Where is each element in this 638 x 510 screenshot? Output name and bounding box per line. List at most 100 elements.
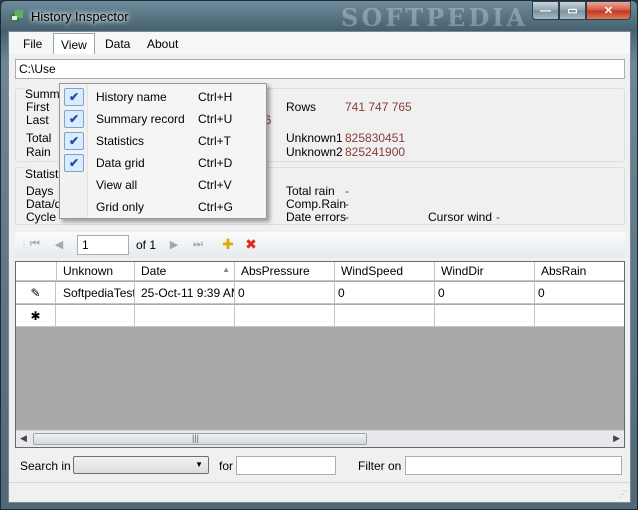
last-label: Last bbox=[26, 113, 49, 127]
title-bar[interactable]: History Inspector SOFTPEDIA — ▭ ✕ bbox=[1, 1, 637, 32]
resize-grip-icon[interactable]: ⋰ bbox=[618, 489, 627, 500]
unknown2-value: 825241900 bbox=[345, 145, 406, 159]
date-errors-label: Date errors bbox=[286, 210, 347, 224]
view-menu-dropdown: ✔ History name Ctrl+H ✔ Summary record C… bbox=[59, 83, 267, 219]
cycle-label: Cycle bbox=[26, 210, 57, 224]
comp-rain-label: Comp.Rain bbox=[286, 197, 347, 211]
status-bar: ⋰ bbox=[9, 482, 630, 502]
minimize-button[interactable]: — bbox=[532, 1, 559, 20]
search-bar: Search in ▼ for Filter on bbox=[15, 454, 625, 480]
menu-data[interactable]: Data bbox=[98, 35, 137, 53]
menu-about[interactable]: About bbox=[140, 35, 185, 53]
column-header-abspressure[interactable]: AbsPressure bbox=[235, 262, 335, 280]
new-row-icon: ✱ bbox=[30, 308, 41, 323]
window-title: History Inspector bbox=[31, 9, 129, 24]
days-label: Days bbox=[26, 184, 54, 198]
delete-icon[interactable]: ✖ bbox=[243, 236, 259, 252]
new-row[interactable]: ✱ bbox=[16, 305, 624, 327]
binding-navigator: ⋮ ⏮ ◀ 1 of 1 ▶ ⏭ ✚ ✖ bbox=[15, 232, 625, 258]
move-first-icon[interactable]: ⏮ bbox=[27, 236, 43, 252]
menu-item-shortcut: Ctrl+G bbox=[198, 200, 234, 214]
total-rain-label: Total rain bbox=[286, 184, 335, 198]
scroll-left-icon[interactable]: ◀ bbox=[20, 433, 27, 444]
cell-unknown[interactable]: SoftpediaTest bbox=[57, 282, 135, 303]
summary-label: Summ bbox=[25, 87, 60, 101]
checkmark-icon: ✔ bbox=[64, 132, 84, 150]
menu-item-data-grid[interactable]: ✔ Data grid Ctrl+D bbox=[62, 152, 264, 174]
column-header-unknown[interactable]: Unknown bbox=[57, 262, 135, 280]
horizontal-scrollbar[interactable]: ◀ ||| ▶ bbox=[16, 430, 624, 447]
maximize-button[interactable]: ▭ bbox=[559, 1, 586, 20]
new-cell[interactable] bbox=[335, 305, 435, 326]
rows-value: 741 747 765 bbox=[345, 100, 412, 114]
menu-item-shortcut: Ctrl+U bbox=[198, 112, 233, 126]
menu-item-label: Grid only bbox=[96, 200, 145, 214]
menu-item-view-all[interactable]: View all Ctrl+V bbox=[62, 174, 264, 196]
checkmark-icon: ✔ bbox=[64, 88, 84, 106]
main-window: History Inspector SOFTPEDIA — ▭ ✕ File V… bbox=[0, 0, 638, 510]
data-grid[interactable]: Unknown Date ▲ AbsPressure WindSpeed Win… bbox=[15, 261, 625, 448]
total-label: Total bbox=[26, 131, 52, 145]
history-path-field[interactable]: C:\Use bbox=[15, 59, 625, 79]
unknown1-label: Unknown1 bbox=[286, 131, 343, 145]
column-header-winddir[interactable]: WindDir bbox=[435, 262, 535, 280]
menu-item-label: View all bbox=[96, 178, 138, 192]
unknown1-value: 825830451 bbox=[345, 131, 406, 145]
app-icon bbox=[10, 10, 23, 22]
new-cell[interactable] bbox=[535, 305, 624, 326]
caption-buttons: — ▭ ✕ bbox=[532, 1, 631, 20]
new-cell[interactable] bbox=[135, 305, 235, 326]
menu-item-summary-record[interactable]: ✔ Summary record Ctrl+U bbox=[62, 108, 264, 130]
cursor-wind-value: - bbox=[496, 210, 500, 224]
menu-item-label: History name bbox=[96, 90, 167, 104]
new-cell[interactable] bbox=[57, 305, 135, 326]
softpedia-watermark: SOFTPEDIA bbox=[341, 3, 529, 32]
move-next-icon[interactable]: ▶ bbox=[166, 236, 182, 252]
close-button[interactable]: ✕ bbox=[586, 1, 631, 20]
move-previous-icon[interactable]: ◀ bbox=[51, 236, 67, 252]
menu-item-label: Data grid bbox=[96, 156, 145, 170]
date-errors-value: - bbox=[345, 210, 349, 224]
menu-item-statistics[interactable]: ✔ Statistics Ctrl+T bbox=[62, 130, 264, 152]
add-new-icon[interactable]: ✚ bbox=[220, 236, 236, 252]
column-header-date[interactable]: Date ▲ bbox=[135, 262, 235, 280]
search-in-combo[interactable]: ▼ bbox=[73, 456, 209, 474]
rows-label: Rows bbox=[286, 100, 317, 114]
cell-winddir[interactable]: 0 bbox=[435, 282, 535, 303]
move-last-icon[interactable]: ⏭ bbox=[190, 236, 206, 252]
new-cell[interactable] bbox=[435, 305, 535, 326]
menu-file[interactable]: File bbox=[16, 35, 49, 53]
scroll-thumb[interactable]: ||| bbox=[33, 433, 367, 445]
search-input[interactable] bbox=[236, 456, 336, 475]
menu-item-history-name[interactable]: ✔ History name Ctrl+H bbox=[62, 86, 264, 108]
table-row[interactable]: ✎ SoftpediaTest 25-Oct-11 9:39 AM 0 0 0 … bbox=[16, 282, 624, 304]
page-count-label: of 1 bbox=[136, 238, 157, 252]
column-header-windspeed[interactable]: WindSpeed bbox=[335, 262, 435, 280]
new-cell[interactable] bbox=[235, 305, 335, 326]
rain-label: Rain bbox=[26, 145, 51, 159]
column-header-absrain[interactable]: AbsRain bbox=[535, 262, 624, 280]
row-header[interactable]: ✎ bbox=[16, 282, 56, 303]
menu-item-label: Statistics bbox=[96, 134, 145, 148]
cell-date[interactable]: 25-Oct-11 9:39 AM bbox=[135, 282, 235, 303]
scroll-right-icon[interactable]: ▶ bbox=[613, 433, 620, 444]
cell-absrain[interactable]: 0 bbox=[535, 282, 624, 303]
cell-windspeed[interactable]: 0 bbox=[335, 282, 435, 303]
for-label: for bbox=[219, 459, 234, 473]
cell-abspressure[interactable]: 0 bbox=[235, 282, 335, 303]
search-in-label: Search in bbox=[20, 459, 71, 473]
menu-bar: File View Data About bbox=[9, 32, 630, 54]
new-row-header[interactable]: ✱ bbox=[16, 305, 56, 326]
filter-on-label: Filter on bbox=[358, 459, 402, 473]
sort-ascending-icon: ▲ bbox=[222, 265, 230, 274]
chevron-down-icon: ▼ bbox=[195, 460, 203, 469]
first-label: First bbox=[26, 100, 50, 114]
client-area: File View Data About C:\Use Summ First L… bbox=[8, 31, 631, 503]
filter-input[interactable] bbox=[405, 456, 622, 475]
menu-item-grid-only[interactable]: Grid only Ctrl+G bbox=[62, 196, 264, 218]
cursor-wind-label: Cursor wind bbox=[428, 210, 493, 224]
menu-item-shortcut: Ctrl+V bbox=[198, 178, 232, 192]
checkmark-icon: ✔ bbox=[64, 110, 84, 128]
menu-view[interactable]: View bbox=[53, 33, 95, 54]
current-page-input[interactable]: 1 bbox=[77, 235, 129, 255]
